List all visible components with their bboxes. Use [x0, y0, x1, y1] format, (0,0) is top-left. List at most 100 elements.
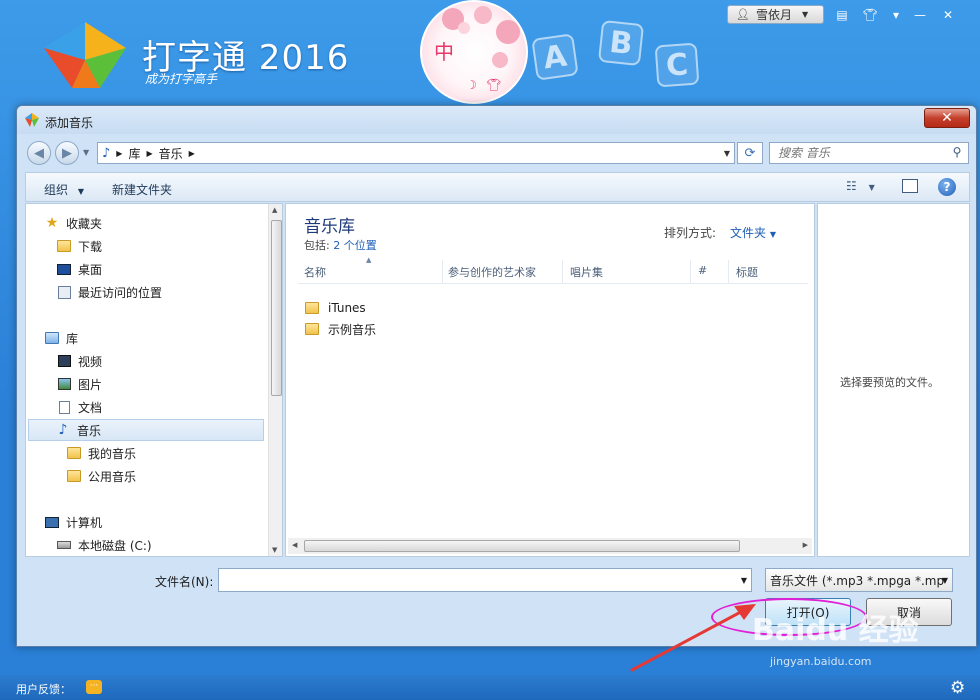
feedback-label: 用户反馈： — [16, 683, 71, 696]
scroll-down-icon[interactable]: ▼ — [272, 546, 277, 554]
skin-icon[interactable]: 👕︎ — [860, 5, 880, 24]
user-account-button[interactable]: 👤︎ 雪依月 ▼ — [727, 5, 824, 24]
horizontal-scrollbar[interactable]: ◀ ▶ — [288, 538, 812, 554]
scroll-up-icon[interactable]: ▲ — [272, 206, 277, 214]
nav-pictures[interactable]: 图片 — [56, 373, 282, 395]
sort-ascending-icon: ▲ — [366, 256, 372, 264]
letter-block-b: B — [597, 19, 645, 67]
letter-block-c: C — [654, 42, 700, 88]
nav-computer[interactable]: 计算机 — [44, 511, 282, 533]
horizontal-scroll-thumb[interactable] — [304, 540, 740, 552]
nav-local-disk-c[interactable]: 本地磁盘 (C:) — [56, 534, 282, 556]
refresh-button[interactable]: ⟳ — [737, 142, 763, 164]
file-type-select[interactable]: 音乐文件 (*.mp3 *.mpga *.mp — [765, 568, 953, 592]
chevron-down-icon: ▼ — [77, 187, 84, 196]
chevron-down-icon: ▼ — [801, 10, 809, 19]
view-options-button[interactable]: ☷ ▼ — [846, 179, 875, 193]
forward-button[interactable]: ▶ — [55, 141, 79, 165]
library-icon — [44, 330, 60, 346]
folder-icon — [304, 300, 320, 316]
address-bar[interactable]: ♪ ▶ 库 ▶ 音乐 ▶ — [97, 142, 735, 164]
help-icon[interactable]: ? — [938, 178, 956, 196]
breadcrumb-separator-icon[interactable]: ▶ — [189, 149, 195, 158]
nav-music[interactable]: ♪ 音乐 — [28, 419, 264, 441]
user-icon: 👤︎ — [736, 8, 750, 21]
shirt-icon[interactable]: 👕︎ — [486, 78, 501, 92]
nav-my-music[interactable]: 我的音乐 — [66, 442, 282, 464]
file-row-itunes[interactable]: iTunes — [304, 298, 366, 318]
dialog-close-button[interactable]: ✕ — [924, 108, 970, 128]
app-small-icon — [25, 113, 39, 127]
music-note-icon: ♪ — [102, 145, 111, 161]
nav-videos[interactable]: 视频 — [56, 350, 282, 372]
column-album[interactable]: 唱片集 — [570, 264, 603, 280]
nav-downloads[interactable]: 下载 — [56, 235, 282, 257]
column-artist[interactable]: 参与创作的艺术家 — [448, 264, 536, 280]
address-dropdown-icon[interactable]: ▼ — [719, 142, 735, 164]
recent-places-icon — [56, 284, 72, 300]
filename-input[interactable] — [218, 568, 752, 592]
nav-public-music[interactable]: 公用音乐 — [66, 465, 282, 487]
nav-library[interactable]: 库 — [44, 327, 282, 349]
disk-icon — [56, 537, 72, 553]
search-icon[interactable]: ⚲ — [949, 145, 965, 161]
nav-desktop[interactable]: 桌面 — [56, 258, 282, 280]
filename-label: 文件名(N): — [155, 575, 214, 589]
file-row-sample-music[interactable]: 示例音乐 — [304, 319, 376, 339]
preview-pane: 选择要预览的文件。 — [817, 203, 970, 557]
filename-dropdown-icon[interactable]: ▼ — [736, 568, 752, 592]
close-app-button[interactable]: ✕ — [938, 5, 958, 24]
video-icon — [56, 353, 72, 369]
address-row: ◀ ▶ ▼ ♪ ▶ 库 ▶ 音乐 ▶ ▼ ⟳ ⚲ — [25, 140, 970, 166]
star-icon: ★ — [45, 215, 59, 231]
column-name[interactable]: 名称 — [304, 264, 326, 280]
nav-recent-places[interactable]: 最近访问的位置 — [56, 281, 282, 303]
app-logo-icon — [44, 22, 126, 88]
preview-pane-toggle-icon[interactable] — [902, 179, 918, 193]
folder-icon — [66, 445, 82, 461]
breadcrumb-music[interactable]: 音乐 — [159, 145, 183, 162]
chevron-down-icon: ▼ — [769, 230, 776, 239]
dialog-titlebar[interactable]: 添加音乐 ✕ — [17, 106, 976, 134]
watermark-url: jingyan.baidu.com — [770, 655, 872, 668]
download-folder-icon — [56, 238, 72, 254]
minimize-button[interactable]: — — [910, 5, 930, 24]
watermark-brand: Baidu 经验 — [752, 613, 919, 648]
column-track-number[interactable]: # — [698, 264, 707, 277]
library-title: 音乐库 — [304, 217, 355, 237]
column-title[interactable]: 标题 — [736, 264, 758, 280]
menu-icon[interactable]: ▾ — [886, 5, 906, 24]
breadcrumb-separator-icon[interactable]: ▶ — [116, 149, 122, 158]
chat-bubble-icon[interactable]: ··· — [86, 680, 102, 694]
ime-skin-badge[interactable]: 中 ☽ 👕︎ — [420, 0, 528, 104]
gear-icon[interactable]: ⚙ — [950, 678, 965, 698]
moon-icon[interactable]: ☽ — [466, 78, 477, 92]
sort-dropdown[interactable]: 文件夹 ▼ — [730, 224, 776, 241]
locations-link[interactable]: 2 个位置 — [333, 239, 377, 252]
desktop-icon — [56, 261, 72, 277]
file-type-dropdown-icon[interactable]: ▼ — [937, 568, 953, 592]
breadcrumb-separator-icon[interactable]: ▶ — [146, 149, 152, 158]
app-slogan: 成为打字高手 — [145, 72, 218, 86]
music-note-icon: ♪ — [58, 422, 68, 438]
nav-vertical-scrollbar[interactable]: ▲ ▼ — [268, 204, 282, 556]
preview-placeholder: 选择要预览的文件。 — [840, 376, 939, 389]
document-icon[interactable]: ▤ — [832, 5, 852, 24]
nav-documents[interactable]: 文档 — [56, 396, 282, 418]
search-input[interactable] — [769, 142, 969, 164]
nav-favorites[interactable]: ★ 收藏夹 — [44, 212, 282, 234]
nav-scroll-thumb[interactable] — [271, 220, 282, 396]
scroll-left-icon[interactable]: ◀ — [292, 541, 297, 549]
ime-mode-label[interactable]: 中 — [434, 36, 454, 65]
organize-button[interactable]: 组织 ▼ — [44, 181, 84, 198]
add-music-dialog: 添加音乐 ✕ ◀ ▶ ▼ ♪ ▶ 库 ▶ 音乐 ▶ ▼ ⟳ ⚲ 组织 ▼ 新建文… — [16, 105, 977, 647]
recent-pages-dropdown[interactable]: ▼ — [83, 148, 89, 157]
computer-icon — [44, 514, 60, 530]
navigation-pane: ★ 收藏夹 下载 桌面 最近访问的位置 库 视频 图片 文档 ♪ 音乐 我的音乐… — [25, 203, 283, 557]
scroll-right-icon[interactable]: ▶ — [803, 541, 808, 549]
new-folder-button[interactable]: 新建文件夹 — [112, 181, 172, 198]
file-list-pane: 音乐库 包括: 2 个位置 排列方式: 文件夹 ▼ 名称 ▲ 参与创作的艺术家 … — [285, 203, 815, 557]
back-button[interactable]: ◀ — [27, 141, 51, 165]
library-locations: 包括: 2 个位置 — [304, 239, 377, 252]
breadcrumb-library[interactable]: 库 — [128, 145, 140, 162]
